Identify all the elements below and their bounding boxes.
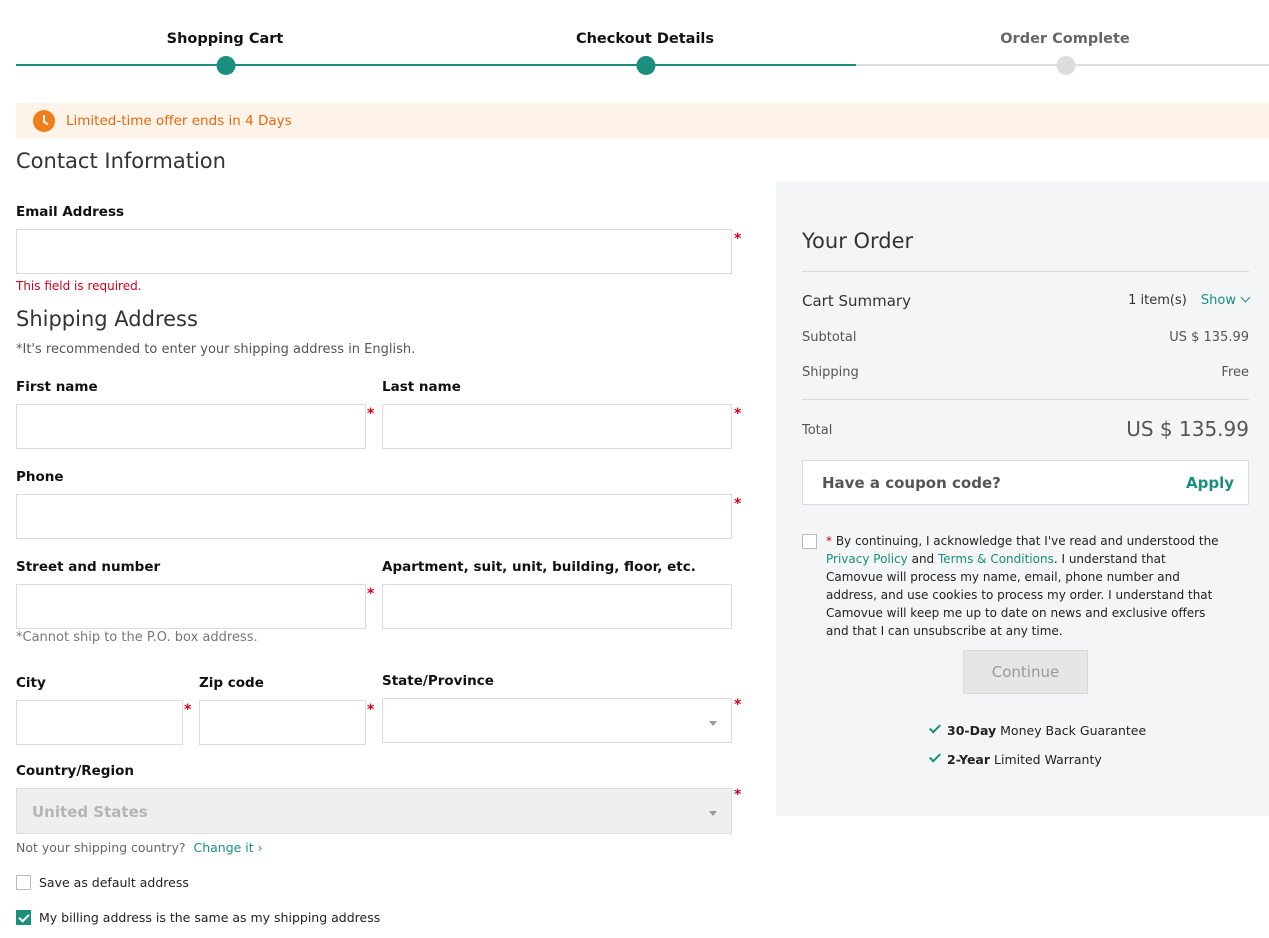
- zip-label: Zip code: [199, 675, 264, 691]
- privacy-policy-link[interactable]: Privacy Policy: [826, 552, 908, 566]
- check-icon: [928, 721, 942, 734]
- email-label: Email Address: [16, 204, 125, 220]
- apartment-label: Apartment, suit, unit, building, floor, …: [382, 559, 696, 575]
- state-select[interactable]: [382, 698, 732, 743]
- phone-field[interactable]: [16, 494, 732, 539]
- step-order-complete-label: Order Complete: [1000, 31, 1130, 47]
- subtotal-value: US $ 135.99: [1169, 330, 1249, 345]
- terms-link[interactable]: Terms & Conditions: [938, 552, 1054, 566]
- chevron-down-icon: [709, 721, 717, 726]
- chevron-down-icon: [1240, 292, 1251, 303]
- chevron-right-icon: ›: [253, 840, 263, 855]
- stepper-progress-line: [16, 64, 856, 66]
- phone-required-mark: *: [734, 496, 742, 512]
- first-name-label: First name: [16, 379, 98, 395]
- step-checkout-details-label: Checkout Details: [575, 31, 715, 47]
- billing-same-label: My billing address is the same as my shi…: [39, 910, 381, 925]
- save-default-checkbox[interactable]: [16, 875, 31, 890]
- phone-label: Phone: [16, 469, 64, 485]
- total-label: Total: [802, 423, 833, 438]
- email-required-mark: *: [734, 231, 742, 247]
- step-shopping-cart-label: Shopping Cart: [166, 31, 284, 47]
- guarantee-money-back-bold: 30-Day: [947, 723, 997, 738]
- guarantee-warranty: 2-Year Limited Warranty: [928, 750, 1102, 767]
- first-name-field[interactable]: [16, 404, 366, 449]
- po-box-note: *Cannot ship to the P.O. box address.: [16, 630, 258, 645]
- guarantee-money-back: 30-Day Money Back Guarantee: [928, 721, 1147, 738]
- email-field[interactable]: [16, 229, 732, 274]
- offer-banner: Limited-time offer ends in 4 Days: [16, 103, 1269, 138]
- guarantee-money-back-text: Money Back Guarantee: [996, 723, 1147, 738]
- check-icon: [928, 750, 942, 763]
- order-divider-top: [802, 271, 1249, 272]
- country-select[interactable]: United States: [16, 788, 732, 834]
- save-default-label: Save as default address: [39, 875, 189, 890]
- coupon-placeholder: Have a coupon code?: [822, 474, 1001, 492]
- consent-text-2: and: [907, 552, 938, 566]
- item-count: 1 item(s): [1128, 293, 1187, 308]
- change-country-row: Not your shipping country? Change it ›: [16, 840, 263, 855]
- state-required-mark: *: [734, 697, 742, 713]
- street-label: Street and number: [16, 559, 161, 575]
- shipping-cost-value: Free: [1221, 365, 1249, 380]
- apply-coupon-button[interactable]: Apply: [1186, 474, 1234, 492]
- zip-required-mark: *: [367, 702, 375, 718]
- street-required-mark: *: [367, 586, 375, 602]
- apartment-field[interactable]: [382, 584, 732, 629]
- step-shopping-cart-dot: [216, 56, 236, 75]
- country-required-mark: *: [734, 787, 742, 803]
- shipping-cost-label: Shipping: [802, 365, 859, 380]
- chevron-down-icon: [709, 811, 717, 816]
- country-select-value: United States: [32, 803, 148, 821]
- first-name-required-mark: *: [367, 406, 375, 422]
- coupon-field[interactable]: Have a coupon code? Apply: [802, 460, 1249, 505]
- consent-text-1: By continuing, I acknowledge that I've r…: [832, 534, 1219, 548]
- change-country-link[interactable]: Change it: [193, 840, 253, 855]
- checkout-stepper: Shopping Cart Checkout Details Order Com…: [16, 0, 1269, 90]
- state-label: State/Province: [382, 673, 494, 689]
- continue-button[interactable]: Continue: [963, 650, 1088, 694]
- order-title: Your Order: [802, 229, 914, 253]
- country-label: Country/Region: [16, 763, 134, 779]
- last-name-label: Last name: [382, 379, 461, 395]
- email-error-message: This field is required.: [16, 279, 142, 293]
- step-order-complete-dot: [1056, 56, 1076, 75]
- offer-text: Limited-time offer ends in 4 Days: [66, 112, 292, 129]
- guarantee-warranty-bold: 2-Year: [947, 752, 991, 767]
- consent-checkbox[interactable]: [802, 534, 817, 549]
- guarantee-warranty-text: Limited Warranty: [990, 752, 1102, 767]
- show-items-label: Show: [1200, 293, 1236, 308]
- last-name-field[interactable]: [382, 404, 732, 449]
- consent-text: * By continuing, I acknowledge that I've…: [826, 532, 1226, 640]
- shipping-heading: Shipping Address: [16, 307, 198, 331]
- zip-field[interactable]: [199, 700, 366, 745]
- order-divider-bottom: [802, 399, 1249, 400]
- last-name-required-mark: *: [734, 406, 742, 422]
- cart-summary-label: Cart Summary: [802, 292, 911, 310]
- shipping-english-note: *It's recommended to enter your shipping…: [16, 342, 416, 357]
- total-value: US $ 135.99: [1126, 417, 1249, 441]
- city-field[interactable]: [16, 700, 183, 745]
- order-summary-panel: Your Order Cart Summary 1 item(s) Show S…: [776, 182, 1269, 816]
- show-items-button[interactable]: Show: [1200, 292, 1251, 308]
- city-label: City: [16, 675, 46, 691]
- street-field[interactable]: [16, 584, 366, 629]
- cart-summary-controls: 1 item(s) Show: [1128, 292, 1251, 308]
- not-country-text: Not your shipping country?: [16, 840, 186, 855]
- subtotal-label: Subtotal: [802, 330, 857, 345]
- billing-same-checkbox[interactable]: [16, 910, 31, 925]
- step-checkout-details-dot: [636, 56, 656, 75]
- contact-heading: Contact Information: [16, 149, 226, 173]
- city-required-mark: *: [184, 702, 192, 718]
- clock-icon: [33, 109, 55, 132]
